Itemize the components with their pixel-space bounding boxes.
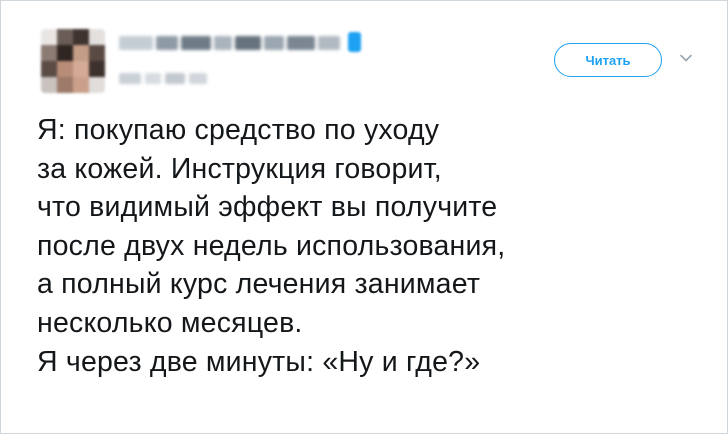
tweet-text: Я: покупаю средство по уходу за кожей. И… (37, 111, 697, 381)
chevron-down-icon[interactable] (679, 51, 693, 65)
tweet-text-line: за кожей. Инструкция говорит, (37, 152, 442, 185)
tweet-text-line: Я через две минуты: «Ну и где?» (37, 345, 481, 378)
tweet-text-line: после двух недель использования, (37, 229, 506, 262)
display-name-redacted[interactable] (119, 36, 340, 50)
verified-badge-icon (348, 32, 361, 52)
tweet-text-line: несколько месяцев. (37, 306, 303, 339)
tweet-text-line: Я: покупаю средство по уходу (37, 114, 440, 146)
tweet-text-line: а полный курс лечения занимает (37, 268, 481, 301)
username-redacted[interactable] (119, 73, 207, 84)
avatar[interactable] (41, 29, 105, 93)
follow-button-label: Читать (585, 52, 631, 68)
tweet-card: Читать Я: покупаю средство по уходу за к… (0, 0, 728, 434)
follow-button[interactable]: Читать (554, 43, 662, 77)
tweet-text-line: что видимый эффект вы получите (37, 191, 498, 224)
